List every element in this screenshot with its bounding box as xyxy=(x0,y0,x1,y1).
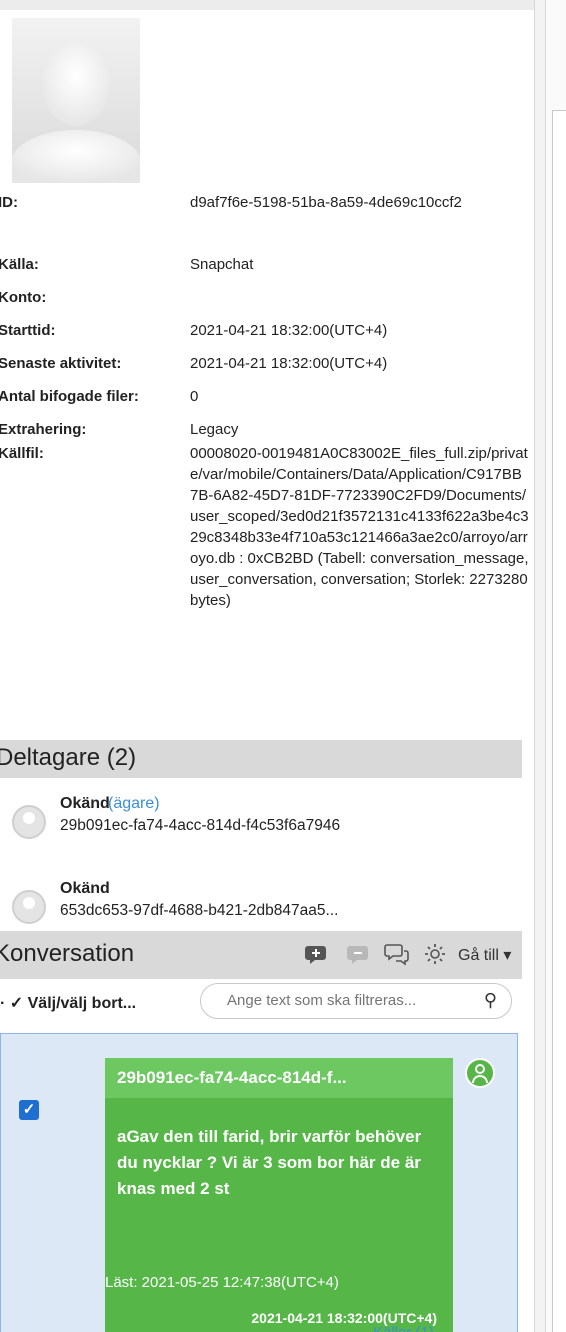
participant-name: Okänd xyxy=(60,795,110,812)
participant-item[interactable]: Okänd 653dc653-97df-4688-b421-2db847aa5.… xyxy=(0,880,522,936)
person-silhouette-icon xyxy=(12,42,140,183)
remove-bookmark-icon[interactable] xyxy=(346,941,372,967)
prop-key: Källfil: xyxy=(0,445,44,462)
chat-details-pane: ID: d9af7f6e-5198-51ba-8a59-4de69c10ccf2… xyxy=(0,10,534,1332)
prop-key: ID: xyxy=(0,194,18,211)
participant-avatar xyxy=(12,890,46,924)
participant-avatar xyxy=(12,805,46,839)
prop-value: 2021-04-21 18:32:00(UTC+4) xyxy=(190,322,388,339)
conversation-header: Konversation Gå till ▾ xyxy=(0,931,522,979)
prop-key: Källa: xyxy=(0,256,39,273)
prop-key: Extrahering: xyxy=(0,421,87,438)
participant-name: Okänd xyxy=(60,880,110,897)
participants-title: Deltagare (2) xyxy=(0,744,137,771)
conversation-title: Konversation xyxy=(0,940,135,967)
message-row[interactable]: ✓ 29b091ec-fa74-4acc-814d-f... aGav den … xyxy=(0,1033,518,1332)
right-pane xyxy=(546,0,566,1332)
message-checkbox[interactable]: ✓ xyxy=(19,1100,39,1120)
prop-value: 0 xyxy=(190,388,199,405)
participant-id: 653dc653-97df-4688-b421-2db847aa5... xyxy=(60,902,339,919)
contact-avatar xyxy=(12,18,140,183)
owner-avatar-icon xyxy=(465,1058,495,1088)
add-bookmark-icon[interactable] xyxy=(304,941,330,967)
prop-value: 2021-04-21 18:32:00(UTC+4) xyxy=(190,355,388,372)
owner-role-link[interactable]: (ägare) xyxy=(108,795,160,813)
message-body: aGav den till farid, brir varför behöver… xyxy=(117,1127,422,1198)
prop-value: Legacy xyxy=(190,421,239,438)
participant-item[interactable]: Okänd (ägare) 29b091ec-fa74-4acc-814d-f4… xyxy=(0,795,522,851)
select-deselect-button[interactable]: · ✓ Välj/välj bort... xyxy=(0,993,136,1013)
search-icon[interactable]: ⚲ xyxy=(484,990,497,1011)
pane-splitter[interactable] xyxy=(534,0,546,1332)
filter-input[interactable] xyxy=(225,991,479,1010)
filter-bar: · ✓ Välj/välj bort... ⚲ xyxy=(0,979,534,1029)
prop-value: Snapchat xyxy=(190,256,254,273)
chat-bubbles-icon[interactable] xyxy=(384,941,410,967)
window-top-strip xyxy=(0,0,566,10)
message-sender: 29b091ec-fa74-4acc-814d-f... xyxy=(117,1068,347,1087)
message-read-time: Läst: 2021-05-25 12:47:38(UTC+4) xyxy=(105,1274,339,1291)
prop-value: 00008020-0019481A0C83002E_files_full.zip… xyxy=(190,445,529,609)
prop-value: d9af7f6e-5198-51ba-8a59-4de69c10ccf2 xyxy=(190,194,462,211)
prop-key: Senaste aktivitet: xyxy=(0,355,122,372)
prop-key: Starttid: xyxy=(0,322,56,339)
goto-dropdown[interactable]: Gå till ▾ xyxy=(458,945,511,965)
message-header: 29b091ec-fa74-4acc-814d-f... xyxy=(105,1058,453,1098)
sources-link[interactable]: Källor (1) xyxy=(373,1324,434,1332)
message-bubble[interactable]: 29b091ec-fa74-4acc-814d-f... aGav den ti… xyxy=(105,1058,453,1332)
prop-key: Antal bifogade filer: xyxy=(0,388,139,405)
settings-gear-icon[interactable] xyxy=(422,941,448,967)
prop-key: Konto: xyxy=(0,289,47,306)
participant-id: 29b091ec-fa74-4acc-814d-f4c53f6a7946 xyxy=(60,817,341,834)
filter-search-box[interactable]: ⚲ xyxy=(200,983,512,1019)
participants-header: Deltagare (2) xyxy=(0,740,522,778)
